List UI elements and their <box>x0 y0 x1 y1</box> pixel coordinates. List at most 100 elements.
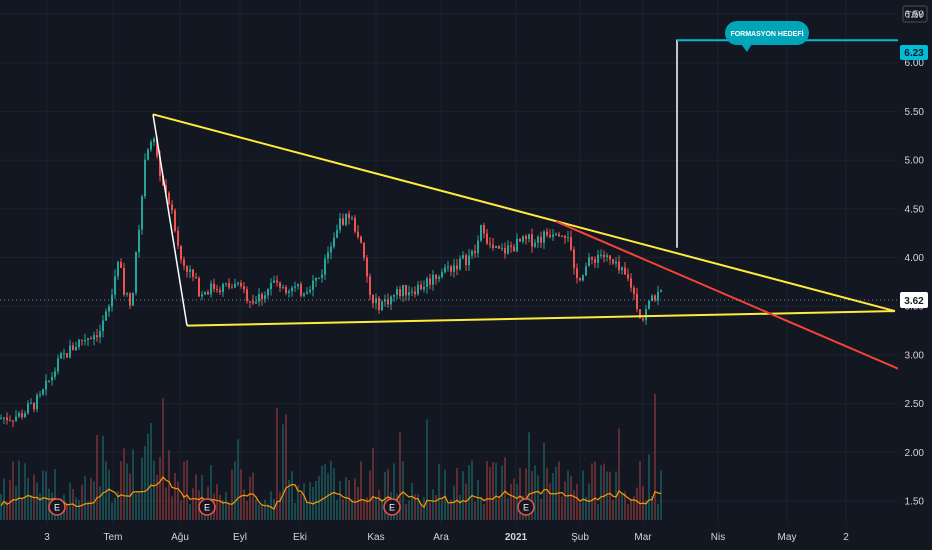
volume-bar <box>291 471 293 520</box>
volume-bar <box>654 393 656 520</box>
earnings-marker[interactable]: E <box>48 498 66 516</box>
volume-bar <box>36 482 38 520</box>
volume-bar <box>498 497 500 520</box>
volume-bar <box>573 490 575 520</box>
candle-body <box>93 335 95 340</box>
volume-bar <box>15 486 17 520</box>
candle-body <box>372 294 374 304</box>
price-chart[interactable]: E E E E FORMASYON HEDEFİ 1.50 2.00 2.50 3.00 3.… <box>0 0 932 550</box>
candle-body <box>75 346 77 351</box>
volume-bar <box>84 476 86 520</box>
volume-bar <box>627 503 629 520</box>
volume-bar <box>600 465 602 520</box>
candle-body <box>522 236 524 242</box>
candle-body <box>555 234 557 236</box>
candle-body <box>381 301 383 311</box>
time-axis[interactable]: 3 Tem Ağu Eyl Eki Kas Ara 2021 Şub Mar Nis May 2 <box>0 524 898 550</box>
candle-body <box>483 225 485 234</box>
candle-body <box>348 213 350 219</box>
candle-body <box>435 274 437 279</box>
candle-body <box>264 295 266 299</box>
candle-body <box>366 257 368 277</box>
volume-bar <box>432 489 434 520</box>
volume-bar <box>597 504 599 520</box>
volume-bar <box>483 504 485 520</box>
candle-body <box>36 395 38 410</box>
time-tick-label: 3 <box>44 532 50 543</box>
volume-bar <box>126 463 128 520</box>
candle-body <box>0 418 2 420</box>
candle-body <box>369 276 371 295</box>
candle-body <box>183 259 185 266</box>
earnings-marker[interactable]: E <box>198 498 216 516</box>
candle-body <box>261 294 263 299</box>
volume-bar <box>216 484 218 520</box>
candle-body <box>486 233 488 244</box>
volume-bar <box>171 496 173 520</box>
volume-bar <box>372 447 374 520</box>
candle-body <box>312 280 314 290</box>
volume-bar <box>27 477 29 520</box>
volume-bar <box>279 491 281 520</box>
time-tick-label: Mar <box>634 532 652 543</box>
candle-body <box>591 257 593 260</box>
earnings-marker[interactable]: E <box>517 498 535 516</box>
volume-bar <box>99 486 101 520</box>
volume-bar <box>489 467 491 520</box>
candle-body <box>303 293 305 296</box>
candle-body <box>207 291 209 295</box>
candle-body <box>45 380 47 390</box>
volume-bar <box>69 482 71 520</box>
volume-bar <box>552 473 554 520</box>
volume-bar <box>444 469 446 520</box>
candle-body <box>390 296 392 305</box>
volume-bar <box>657 503 659 520</box>
candle-body <box>231 287 233 289</box>
volume-bar <box>612 499 614 520</box>
volume-bar <box>492 462 494 520</box>
volume-bar <box>438 463 440 520</box>
volume-bar <box>429 502 431 520</box>
candle-body <box>78 339 80 347</box>
volume-bar <box>66 504 68 520</box>
volume-bar <box>120 461 122 520</box>
candle-body <box>606 255 608 258</box>
volume-bar <box>321 465 323 520</box>
volume-bar <box>471 460 473 520</box>
time-tick-label: 2 <box>843 532 849 543</box>
candle-body <box>297 284 299 287</box>
candle-body <box>282 287 284 289</box>
volume-bar <box>21 498 23 520</box>
candle-body <box>645 309 647 321</box>
candle-body <box>465 255 467 266</box>
volume-bar <box>339 480 341 520</box>
candle-body <box>24 413 26 418</box>
volume-bar <box>192 488 194 520</box>
candle-body <box>642 318 644 321</box>
currency-label: TRY <box>906 10 924 20</box>
volume-bar <box>639 460 641 520</box>
candle-body <box>6 417 8 421</box>
volume-bar <box>225 492 227 520</box>
time-tick-label: Eyl <box>233 532 247 543</box>
price-axis[interactable]: 1.502.002.503.003.504.004.505.005.506.00… <box>898 0 932 550</box>
volume-bar <box>501 465 503 520</box>
candle-body <box>291 287 293 292</box>
volume-bar <box>180 500 182 520</box>
candle-body <box>258 294 260 302</box>
volume-bar <box>318 476 320 520</box>
volume-bar <box>150 422 152 520</box>
candle-body <box>222 284 224 293</box>
candle-body <box>648 300 650 310</box>
candle-body <box>300 284 302 296</box>
candle-body <box>21 413 23 418</box>
volume-bar <box>177 481 179 520</box>
earnings-marker[interactable]: E <box>383 498 401 516</box>
candle-body <box>39 394 41 396</box>
candle-body <box>474 250 476 254</box>
volume-bar <box>306 501 308 520</box>
candle-body <box>552 234 554 237</box>
candle-body <box>546 231 548 236</box>
candle-body <box>450 266 452 272</box>
candle-body <box>57 358 59 372</box>
